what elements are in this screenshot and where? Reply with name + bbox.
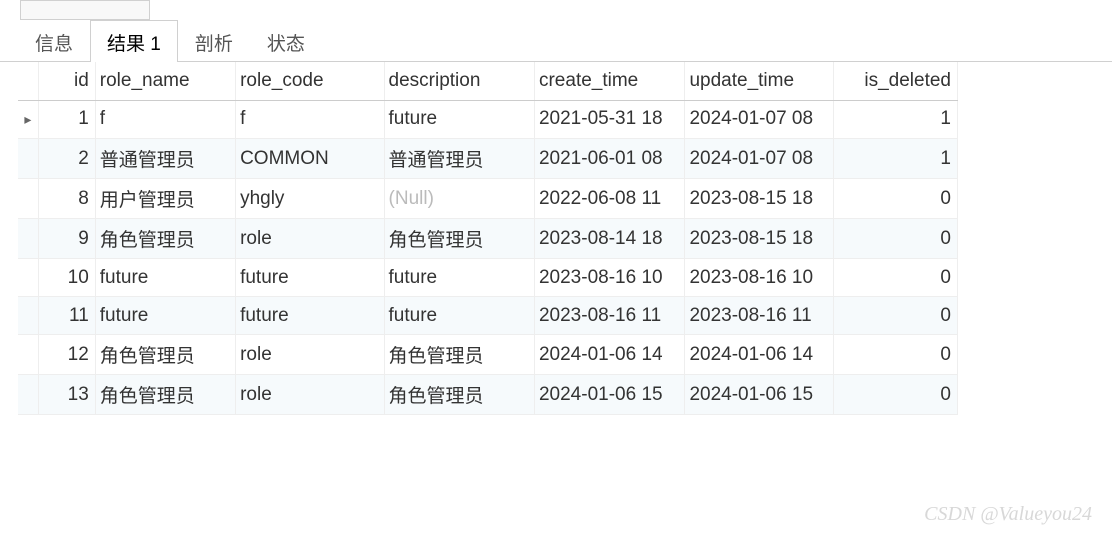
table-row[interactable]: 10futurefuturefuture2023-08-16 102023-08… [18,259,958,297]
row-gutter[interactable] [18,297,38,335]
cell-update_time[interactable]: 2023-08-16 11 [685,297,833,335]
cell-is_deleted[interactable]: 1 [833,139,957,179]
result-tabs: 信息 结果 1 剖析 状态 [0,20,1112,62]
cell-role_code[interactable]: f [236,101,384,139]
cell-update_time[interactable]: 2023-08-16 10 [685,259,833,297]
cell-role_name[interactable]: future [95,297,235,335]
cell-id[interactable]: 10 [38,259,95,297]
table-row[interactable]: 13角色管理员role角色管理员2024-01-06 152024-01-06 … [18,375,958,415]
row-gutter[interactable] [18,335,38,375]
cell-update_time[interactable]: 2023-08-15 18 [685,219,833,259]
table-row[interactable]: 11futurefuturefuture2023-08-16 112023-08… [18,297,958,335]
cell-role_name[interactable]: future [95,259,235,297]
table-row[interactable]: 8用户管理员yhgly(Null)2022-06-08 112023-08-15… [18,179,958,219]
cell-description[interactable]: 角色管理员 [384,375,534,415]
cell-description[interactable]: future [384,259,534,297]
cell-role_name[interactable]: 角色管理员 [95,375,235,415]
cell-role_name[interactable]: 用户管理员 [95,179,235,219]
table-row[interactable]: 12角色管理员role角色管理员2024-01-06 142024-01-06 … [18,335,958,375]
cell-description[interactable]: (Null) [384,179,534,219]
cell-is_deleted[interactable]: 0 [833,335,957,375]
cell-description[interactable]: 角色管理员 [384,219,534,259]
cell-role_code[interactable]: future [236,297,384,335]
cell-update_time[interactable]: 2024-01-06 14 [685,335,833,375]
header-role-name[interactable]: role_name [95,62,235,100]
cell-update_time[interactable]: 2024-01-07 08 [685,101,833,139]
tab-result-1[interactable]: 结果 1 [90,20,178,62]
row-gutter[interactable] [18,259,38,297]
row-gutter[interactable]: ▸ [18,101,38,139]
cell-description[interactable]: future [384,297,534,335]
header-update-time[interactable]: update_time [685,62,833,100]
cell-create_time[interactable]: 2024-01-06 15 [534,375,684,415]
tab-profile[interactable]: 剖析 [178,20,250,62]
cell-is_deleted[interactable]: 0 [833,375,957,415]
cell-is_deleted[interactable]: 0 [833,179,957,219]
cell-id[interactable]: 8 [38,179,95,219]
cell-is_deleted[interactable]: 0 [833,259,957,297]
cell-is_deleted[interactable]: 1 [833,101,957,139]
cell-create_time[interactable]: 2024-01-06 14 [534,335,684,375]
row-gutter[interactable] [18,375,38,415]
row-gutter[interactable] [18,139,38,179]
cell-role_name[interactable]: 角色管理员 [95,219,235,259]
cell-create_time[interactable]: 2021-05-31 18 [534,101,684,139]
row-gutter[interactable] [18,179,38,219]
cell-id[interactable]: 9 [38,219,95,259]
cell-role_name[interactable]: 普通管理员 [95,139,235,179]
tab-status[interactable]: 状态 [250,20,322,62]
cell-is_deleted[interactable]: 0 [833,297,957,335]
cell-id[interactable]: 2 [38,139,95,179]
header-id[interactable]: id [38,62,95,100]
cell-description[interactable]: 普通管理员 [384,139,534,179]
cell-role_code[interactable]: role [236,375,384,415]
cell-role_code[interactable]: role [236,335,384,375]
cell-create_time[interactable]: 2021-06-01 08 [534,139,684,179]
header-is-deleted[interactable]: is_deleted [833,62,957,100]
table-row[interactable]: 9角色管理员role角色管理员2023-08-14 182023-08-15 1… [18,219,958,259]
cell-create_time[interactable]: 2023-08-16 11 [534,297,684,335]
cell-role_code[interactable]: role [236,219,384,259]
cell-id[interactable]: 11 [38,297,95,335]
results-table[interactable]: id role_name role_code description creat… [18,62,1112,415]
row-gutter[interactable] [18,219,38,259]
header-create-time[interactable]: create_time [534,62,684,100]
cell-update_time[interactable]: 2023-08-15 18 [685,179,833,219]
tab-info[interactable]: 信息 [18,20,90,62]
cell-update_time[interactable]: 2024-01-07 08 [685,139,833,179]
cell-id[interactable]: 1 [38,101,95,139]
cell-create_time[interactable]: 2022-06-08 11 [534,179,684,219]
cell-update_time[interactable]: 2024-01-06 15 [685,375,833,415]
cell-description[interactable]: future [384,101,534,139]
cell-role_code[interactable]: yhgly [236,179,384,219]
gutter-header [18,62,38,100]
cell-id[interactable]: 12 [38,335,95,375]
cell-create_time[interactable]: 2023-08-14 18 [534,219,684,259]
header-role-code[interactable]: role_code [236,62,384,100]
cell-role_name[interactable]: 角色管理员 [95,335,235,375]
cell-role_code[interactable]: future [236,259,384,297]
top-corner-cell [20,0,150,20]
table-row[interactable]: ▸1fffuture2021-05-31 182024-01-07 081 [18,101,958,139]
table-row[interactable]: 2普通管理员COMMON普通管理员2021-06-01 082024-01-07… [18,139,958,179]
cell-role_name[interactable]: f [95,101,235,139]
header-description[interactable]: description [384,62,534,100]
cell-description[interactable]: 角色管理员 [384,335,534,375]
cell-id[interactable]: 13 [38,375,95,415]
cell-create_time[interactable]: 2023-08-16 10 [534,259,684,297]
cell-is_deleted[interactable]: 0 [833,219,957,259]
cell-role_code[interactable]: COMMON [236,139,384,179]
table-header-row: id role_name role_code description creat… [18,62,958,100]
watermark: CSDN @Valueyou24 [924,503,1092,526]
